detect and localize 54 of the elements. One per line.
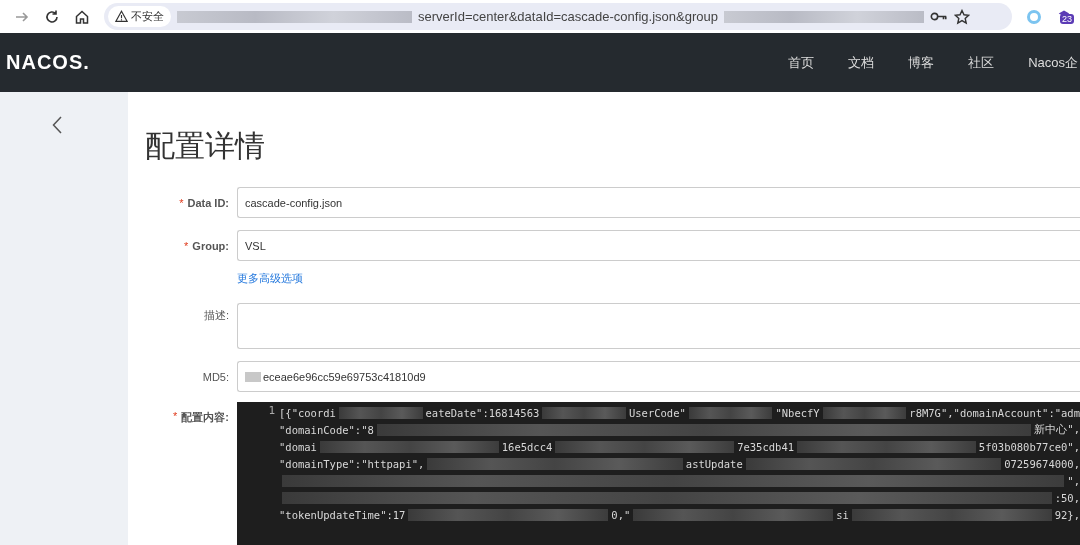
field-label: Group: <box>192 239 229 252</box>
required-mark: * <box>184 239 189 252</box>
nacos-logo[interactable]: NACOS. <box>6 51 90 74</box>
key-icon[interactable] <box>929 11 948 22</box>
address-bar[interactable]: 不安全 serverId=center&dataId=cascade-config.json&group <box>104 3 1012 30</box>
field-label: MD5: <box>202 370 229 383</box>
nav-link[interactable]: 文档 <box>848 53 875 72</box>
required-mark: * <box>179 196 184 209</box>
code-text: 5f03b080b77ce0", <box>978 440 1080 453</box>
code-text: 新中心", <box>1034 422 1080 437</box>
input-field[interactable]: cascade-config.json <box>237 187 1080 218</box>
page-title: 配置详情 <box>145 128 266 164</box>
field-value: VSL <box>245 239 266 252</box>
advanced-options-link[interactable]: 更多高级选项 <box>237 270 303 286</box>
code-text: astUpdate <box>685 457 743 470</box>
code-text: 07259674000, <box>1004 457 1080 470</box>
warning-icon <box>115 10 128 23</box>
input-field[interactable]: eceae6e96cc59e69753c41810d9 <box>237 361 1080 392</box>
description-field[interactable] <box>237 303 1080 349</box>
code-text: "domainCode":"8 <box>279 423 374 436</box>
required-mark: * <box>173 410 178 424</box>
line-number: 1 <box>267 404 276 419</box>
back-chevron-icon[interactable] <box>52 116 62 134</box>
nav-link[interactable]: 首页 <box>788 53 815 72</box>
field-label: 描述: <box>203 308 229 323</box>
reload-icon[interactable] <box>44 8 60 25</box>
field-value: eceae6e96cc59e69753c41810d9 <box>263 370 426 383</box>
field-label: 配置内容: <box>181 410 229 425</box>
code-text: "tokenUpdateTime":17 <box>279 508 406 521</box>
home-icon[interactable] <box>74 8 90 25</box>
code-text: "NbecfY <box>775 406 820 419</box>
code-text: 16e5dcc4 <box>501 440 553 453</box>
code-text: r8M7G","domainAccount":"adm <box>909 406 1080 419</box>
star-icon[interactable] <box>953 8 970 25</box>
nav-link[interactable]: Nacos企 <box>1028 53 1078 72</box>
url-text: serverId=center&dataId=cascade-config.json&group <box>418 9 718 24</box>
nav-link[interactable]: 社区 <box>968 53 995 72</box>
code-text: [{"coordi <box>279 406 336 419</box>
code-text: UserCode" <box>628 406 686 419</box>
code-text: :50, <box>1054 491 1080 504</box>
nav-link[interactable]: 博客 <box>908 53 935 72</box>
field-label: Data ID: <box>187 196 229 209</box>
input-field[interactable]: VSL <box>237 230 1080 261</box>
code-text: si <box>836 508 849 521</box>
code-text: 92}, <box>1054 508 1080 521</box>
code-text: 0," <box>611 508 631 521</box>
code-editor[interactable] <box>237 402 1080 545</box>
code-text: 7e35cdb41 <box>737 440 795 453</box>
code-text: "domai <box>279 440 317 453</box>
field-value: cascade-config.json <box>245 196 343 209</box>
security-chip[interactable]: 不安全 <box>108 6 171 27</box>
code-text: "domainType":"httpapi", <box>279 457 425 470</box>
code-text: eateDate":16814563 <box>425 406 540 419</box>
code-text: ", <box>1067 474 1080 487</box>
